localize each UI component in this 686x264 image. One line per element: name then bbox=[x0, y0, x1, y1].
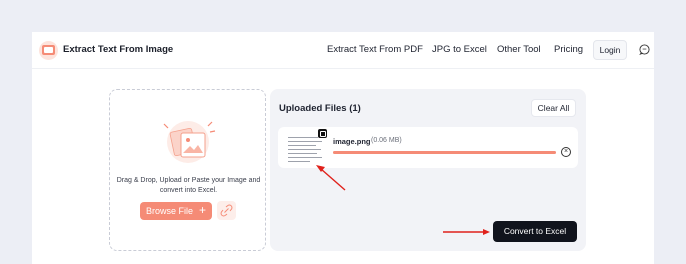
convert-to-excel-button[interactable]: Convert to Excel bbox=[493, 221, 577, 242]
browse-file-label: Browse File bbox=[146, 206, 194, 216]
file-size: (0.06 MB) bbox=[371, 137, 402, 144]
brand-title[interactable]: Extract Text From Image bbox=[63, 44, 173, 55]
chat-bubble-icon[interactable] bbox=[639, 44, 650, 55]
page: Extract Text From Image Extract Text Fro… bbox=[32, 32, 654, 264]
uploaded-files-panel: Uploaded Files (1) Clear All image.png (… bbox=[270, 89, 586, 251]
browse-file-button[interactable]: Browse File + bbox=[140, 202, 212, 220]
image-upload-illustration bbox=[163, 121, 216, 163]
drop-instructions: Drag & Drop, Upload or Paste your Image … bbox=[116, 177, 261, 194]
remove-file-icon[interactable]: × bbox=[561, 147, 571, 157]
upload-progress-fill bbox=[333, 151, 556, 154]
file-card: image.png (0.06 MB) × bbox=[278, 127, 578, 168]
image-logo-icon[interactable] bbox=[39, 41, 58, 60]
drop-zone[interactable]: Drag & Drop, Upload or Paste your Image … bbox=[109, 89, 266, 251]
link-icon[interactable] bbox=[217, 201, 236, 220]
nav-pricing[interactable]: Pricing bbox=[554, 44, 583, 55]
header: Extract Text From Image Extract Text Fro… bbox=[32, 32, 654, 69]
clear-all-button[interactable]: Clear All bbox=[531, 99, 576, 117]
upload-progress-bar bbox=[333, 151, 556, 154]
uploaded-files-title: Uploaded Files (1) bbox=[279, 103, 361, 114]
plus-icon: + bbox=[198, 203, 206, 217]
file-name: image.png bbox=[333, 137, 371, 146]
nav-extract-pdf[interactable]: Extract Text From PDF bbox=[327, 44, 423, 55]
nav-jpg-to-excel[interactable]: JPG to Excel bbox=[432, 44, 487, 55]
crop-icon[interactable] bbox=[318, 129, 327, 138]
login-button[interactable]: Login bbox=[593, 40, 627, 60]
nav-other-tool[interactable]: Other Tool bbox=[497, 44, 541, 55]
